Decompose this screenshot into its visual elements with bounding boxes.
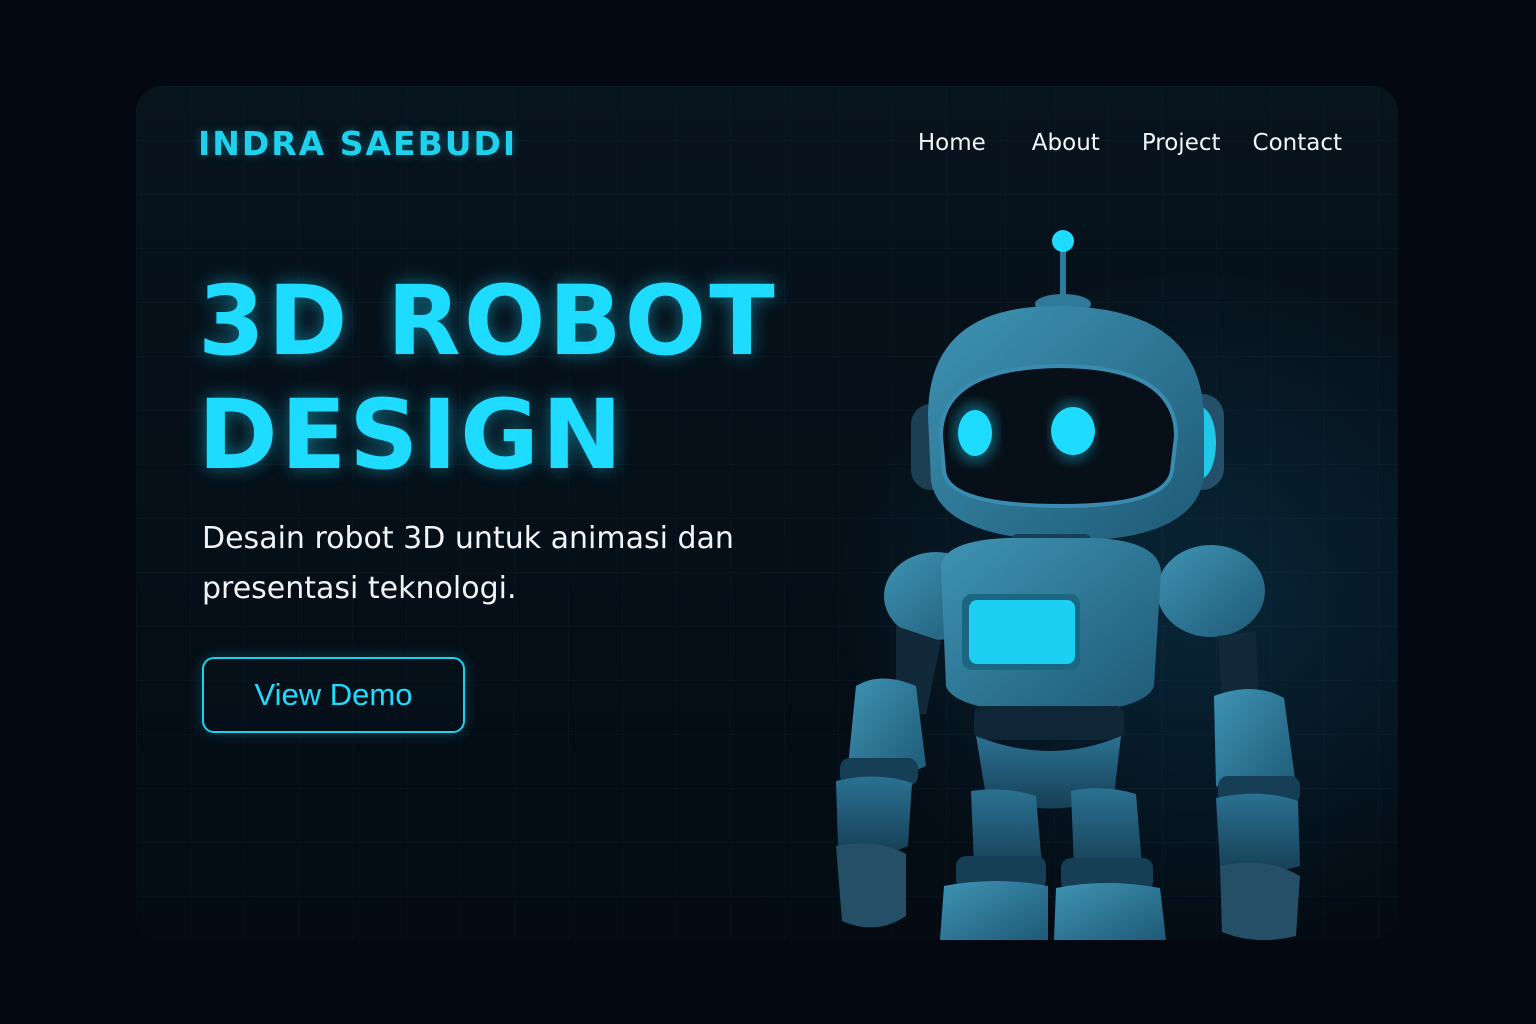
left-hand <box>836 843 906 928</box>
landing-page-card: INDRA SAEBUDI Home About Project Contact… <box>136 86 1398 940</box>
right-hand <box>1220 862 1300 940</box>
left-eye <box>958 410 992 456</box>
left-forearm <box>836 776 912 854</box>
right-shin <box>1054 883 1166 940</box>
right-eye <box>1051 407 1095 455</box>
robot-illustration <box>836 230 1300 940</box>
right-shoulder <box>1157 545 1265 637</box>
antenna-light <box>1052 230 1074 252</box>
left-shin <box>940 881 1048 940</box>
right-forearm <box>1216 793 1300 872</box>
chest-screen <box>969 600 1075 664</box>
